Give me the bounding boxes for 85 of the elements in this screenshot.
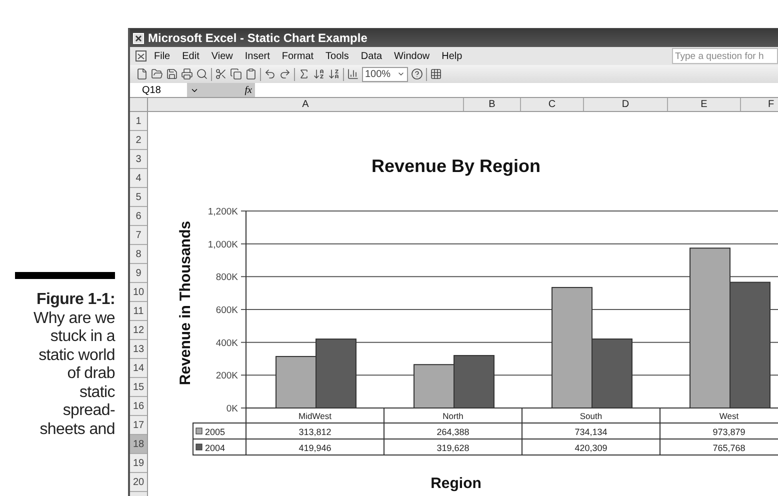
new-file-icon[interactable] [136, 68, 148, 80]
borders-icon[interactable] [430, 68, 442, 80]
legend-label: 2005 [205, 427, 226, 437]
row-header[interactable]: 12 [130, 321, 147, 340]
caption-text: spread- [62, 402, 115, 420]
data-value: 765,768 [712, 443, 746, 453]
redo-icon[interactable] [279, 68, 291, 80]
row-header[interactable]: 14 [130, 359, 147, 378]
question-field[interactable]: Type a question for h [672, 48, 778, 64]
row-header[interactable]: 7 [130, 226, 147, 245]
sort-ascending-icon[interactable] [313, 68, 325, 80]
undo-icon[interactable] [264, 68, 276, 80]
menu-item[interactable]: Tools [320, 50, 355, 62]
legend-label: 2004 [205, 443, 226, 453]
data-value: 313,812 [298, 427, 332, 437]
data-value: 973,879 [712, 427, 746, 437]
category-label: North [442, 411, 464, 421]
row-header[interactable]: 2 [130, 131, 147, 150]
sort-descending-icon[interactable] [328, 68, 340, 80]
data-value: 419,946 [298, 443, 332, 453]
copy-icon[interactable] [230, 68, 242, 80]
tick-label: 1,200K [208, 206, 238, 218]
clipboard-icon[interactable] [245, 68, 257, 80]
sigma-icon[interactable] [298, 68, 310, 80]
row-header[interactable]: 9 [130, 264, 147, 283]
help-icon[interactable] [410, 68, 423, 80]
tick-label: 400K [216, 338, 238, 349]
menu-item[interactable]: File [148, 50, 176, 62]
workbook-icon[interactable] [134, 50, 148, 62]
menu-item[interactable]: View [205, 50, 239, 62]
printer-icon[interactable] [181, 68, 193, 80]
row-header[interactable]: 18 [130, 435, 147, 454]
menu-item[interactable]: Edit [176, 50, 206, 62]
window-title: Microsoft Excel - Static Chart Example [148, 31, 368, 45]
tick-label: 800K [216, 272, 238, 284]
name-box[interactable]: Q18 [130, 84, 187, 96]
row-header[interactable]: 10 [130, 283, 147, 302]
caret-icon [396, 70, 405, 78]
row-header[interactable]: 3 [130, 150, 147, 169]
chart-title: Revenue By Region [371, 156, 541, 176]
row-header[interactable]: 20 [130, 473, 147, 492]
data-value: 319,628 [436, 443, 470, 453]
x-axis-label: Region [430, 475, 482, 492]
caption-text: static [79, 384, 115, 402]
tick-label: 200K [216, 370, 238, 382]
category-label: South [580, 411, 602, 421]
row-header[interactable]: 1 [130, 112, 147, 131]
search-icon[interactable] [196, 68, 208, 80]
menu-item[interactable]: Help [436, 50, 468, 62]
spreadsheet-icon [133, 32, 144, 44]
menu-item[interactable]: Window [388, 50, 436, 62]
zoom-dropdown[interactable]: 100% [362, 66, 408, 82]
caption-text: Why are we [34, 310, 115, 328]
tick-label: 1,000K [208, 239, 238, 250]
row-header[interactable]: 4 [130, 169, 147, 188]
row-header[interactable]: 8 [130, 245, 147, 264]
row-header[interactable]: 15 [130, 378, 147, 397]
data-value: 264,388 [436, 427, 470, 437]
caption-text: static world [38, 346, 115, 365]
tick-label: 600K [216, 305, 238, 316]
folder-icon[interactable] [151, 68, 163, 80]
category-label: West [719, 411, 739, 421]
data-value: 420,309 [574, 443, 608, 453]
function-label[interactable]: fx [244, 84, 252, 96]
scissors-icon[interactable] [215, 68, 227, 80]
caption-text: stuck in a [50, 328, 115, 346]
row-header[interactable]: 16 [130, 397, 147, 416]
menu-item[interactable]: Data [354, 50, 388, 62]
row-header[interactable]: 19 [130, 454, 147, 473]
tick-label: 0K [226, 404, 238, 414]
menu-item[interactable]: Insert [238, 50, 276, 62]
data-value: 734,134 [574, 427, 608, 437]
row-header[interactable]: 17 [130, 416, 147, 435]
caption-text: sheets and [40, 420, 115, 439]
caption-text: of drab [67, 365, 115, 384]
row-header[interactable]: 6 [130, 207, 147, 226]
row-header[interactable]: 13 [130, 340, 147, 359]
category-label: MidWest [298, 411, 332, 421]
row-header[interactable]: 11 [130, 302, 147, 321]
save-icon[interactable] [166, 68, 178, 80]
bar-chart-icon[interactable] [347, 68, 359, 80]
row-header[interactable]: 5 [130, 188, 147, 207]
menu-item[interactable]: Format [276, 50, 320, 62]
y-axis-label: Revenue in Thousands [177, 220, 194, 386]
figure-label: Figure 1-1: [36, 291, 115, 310]
